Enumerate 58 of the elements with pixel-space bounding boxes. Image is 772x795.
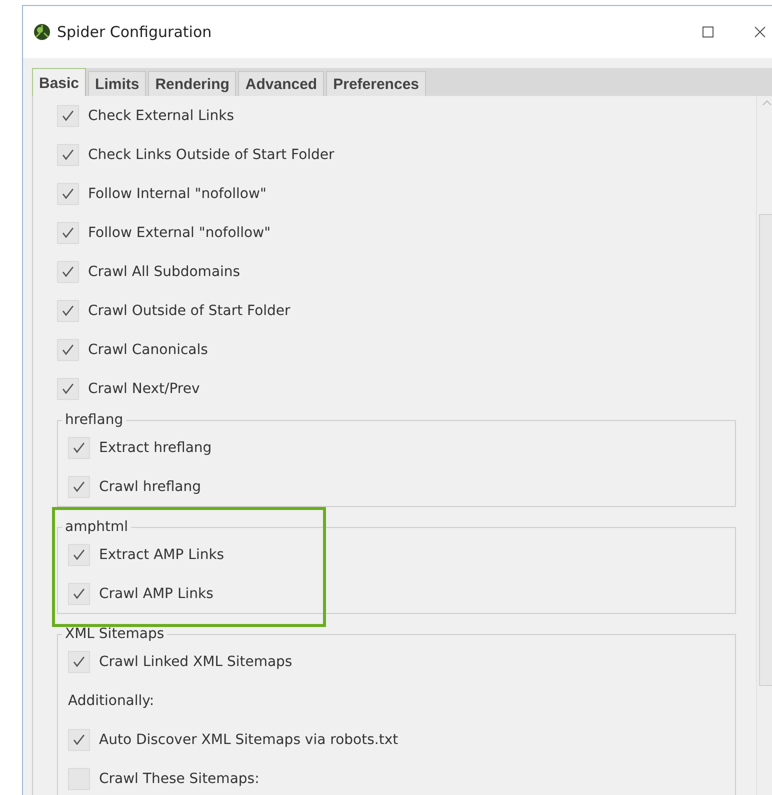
checkbox-label: Follow External "nofollow" [88, 224, 271, 240]
checkbox-label: Crawl All Subdomains [88, 264, 240, 280]
checkbox-label: Crawl Outside of Start Folder [88, 302, 290, 318]
checkbox-label: Crawl These Sitemaps: [99, 770, 260, 786]
checkbox-label: Follow Internal "nofollow" [88, 186, 266, 202]
checkbox-label: Crawl AMP Links [99, 586, 214, 602]
scrollbar-thumb[interactable] [759, 214, 772, 686]
checkbox[interactable] [57, 144, 79, 166]
checkbox-label: Auto Discover XML Sitemaps via robots.txt [99, 732, 398, 748]
check-icon [61, 108, 75, 122]
check-icon [61, 304, 75, 318]
check-icon [72, 440, 86, 454]
check-icon [72, 548, 86, 562]
tab[interactable]: Rendering [148, 71, 236, 96]
checkbox[interactable] [57, 338, 79, 360]
checkbox[interactable] [68, 582, 90, 604]
window-title: Spider Configuration [57, 23, 213, 41]
scrollbar[interactable] [756, 96, 772, 795]
checkbox[interactable] [57, 260, 79, 282]
check-icon [61, 186, 75, 200]
check-icon [61, 382, 75, 396]
check-icon [72, 480, 86, 494]
checkbox-label: Check External Links [88, 108, 234, 124]
checkbox[interactable] [68, 476, 90, 498]
tab[interactable]: Advanced [238, 71, 324, 96]
checkbox-label: Check Links Outside of Start Folder [88, 146, 334, 162]
checkbox-label: Extract hreflang [99, 440, 212, 456]
checkbox[interactable] [57, 378, 79, 400]
checkbox[interactable] [57, 300, 79, 322]
checkbox[interactable] [68, 436, 90, 458]
tab[interactable]: Preferences [326, 71, 426, 96]
group-title: XML Sitemaps [64, 626, 166, 642]
check-icon [61, 264, 75, 278]
spider-logo-icon [33, 23, 51, 41]
group-title: hreflang [64, 412, 124, 428]
tab[interactable]: Limits [88, 71, 146, 96]
checkbox-label: Crawl Next/Prev [88, 380, 200, 396]
group-title: amphtml [64, 519, 129, 535]
maximize-icon [702, 26, 714, 38]
close-icon [754, 26, 766, 38]
check-icon [61, 342, 75, 356]
check-icon [72, 654, 86, 668]
tab[interactable]: Basic [32, 68, 86, 96]
check-icon [61, 226, 75, 240]
checkbox[interactable] [68, 650, 90, 672]
checkbox-label: Crawl Linked XML Sitemaps [99, 654, 292, 670]
checkbox[interactable] [57, 104, 79, 126]
section-note: Additionally: [68, 692, 156, 710]
check-icon [61, 148, 75, 162]
check-icon [72, 586, 86, 600]
checkbox[interactable] [68, 544, 90, 566]
checkbox-label: Crawl Canonicals [88, 342, 208, 358]
checkbox[interactable] [57, 222, 79, 244]
checkbox-label: Crawl hreflang [99, 478, 201, 494]
checkbox[interactable] [68, 728, 90, 750]
checkbox[interactable] [57, 182, 79, 204]
check-icon [72, 732, 86, 746]
checkbox-label: Extract AMP Links [99, 546, 224, 562]
